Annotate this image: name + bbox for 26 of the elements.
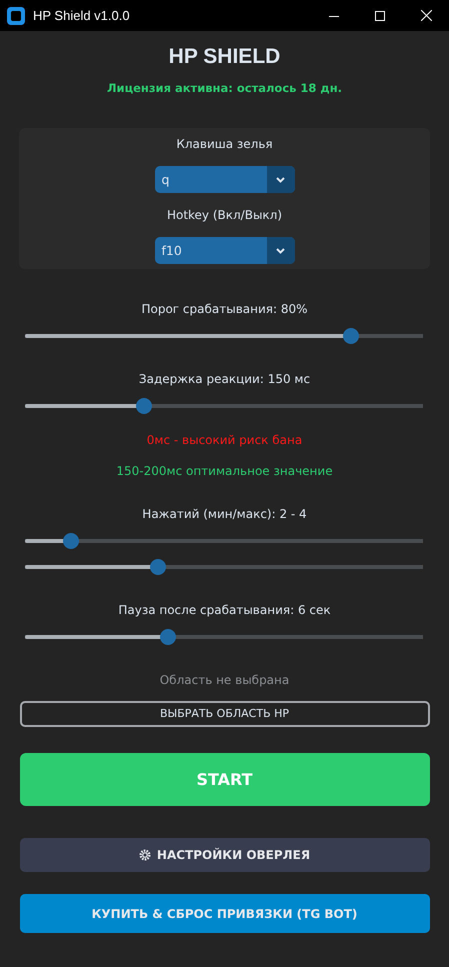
hint-text: 0мс - высокий риск бана (146, 433, 302, 447)
slider-thumb[interactable] (160, 629, 176, 645)
field-label: Клавиша зелья (176, 137, 273, 151)
slider-thumb[interactable] (136, 398, 152, 414)
slider-label: Нажатий (мин/макс): 2 - 4 (142, 507, 307, 521)
slider-thumb[interactable] (62, 533, 79, 549)
select-area-button[interactable]: ВЫБРАТЬ ОБЛАСТЬ HP (20, 701, 430, 727)
hint-text: 150-200мс оптимальное значение (116, 464, 333, 478)
dropdown[interactable]: q (154, 166, 294, 193)
chevron-down-icon (276, 176, 285, 182)
slider-thumb[interactable] (150, 559, 166, 575)
license-status: Лицензия активна: осталось 18 дн. (106, 80, 342, 96)
slider-thumb[interactable] (343, 328, 360, 344)
area-status: Область не выбрана (160, 673, 290, 687)
app-icon (7, 6, 25, 24)
overlay-settings-button[interactable]: НАСТРОЙКИ ОВЕРЛЕЯ (20, 838, 430, 872)
buy-button[interactable]: КУПИТЬ & СБРОС ПРИВЯЗКИ (TG BOT) (20, 894, 430, 933)
slider-label: Задержка реакции: 150 мс (138, 372, 310, 386)
window-title: HP Shield v1.0.0 (33, 8, 131, 24)
app-title: HP SHIELD (168, 44, 280, 70)
gear-icon (138, 849, 151, 861)
slider-label: Порог срабатывания: 80% (141, 302, 308, 316)
dropdown[interactable]: f10 (154, 237, 294, 264)
chevron-down-icon (276, 248, 285, 254)
field-label: Hotkey (Вкл/Выкл) (166, 208, 282, 222)
slider-label: Пауза после срабатывания: 6 сек (118, 603, 331, 617)
